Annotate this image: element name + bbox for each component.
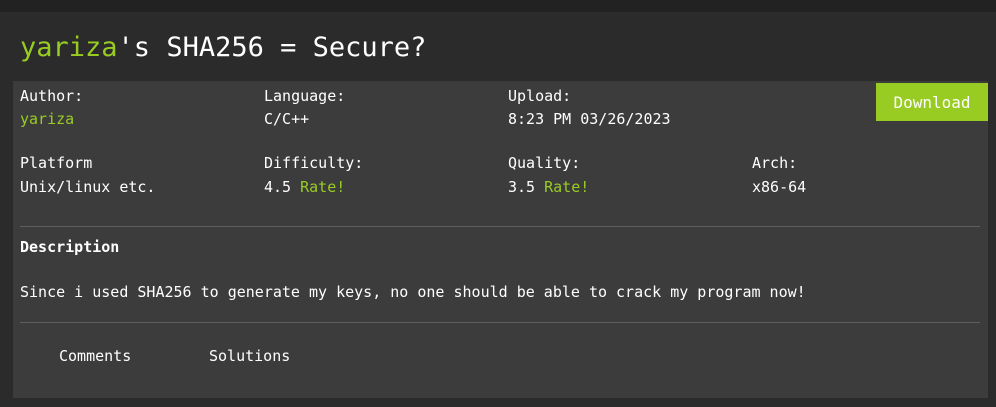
quality-row: 3.5 Rate! [508,178,589,196]
title-text: 's SHA256 = Secure? [117,32,427,63]
divider-top [20,226,980,227]
description-heading: Description [20,238,120,256]
difficulty-value: 4.5 [264,178,292,196]
platform-label: Platform [20,154,93,172]
platform-value: Unix/linux etc. [20,178,156,196]
difficulty-rate-link[interactable]: Rate! [300,178,345,196]
language-label: Language: [264,87,346,105]
arch-value: x86-64 [752,178,807,196]
arch-label: Arch: [752,154,798,172]
tab-solutions[interactable]: Solutions [209,347,290,365]
author-label: Author: [20,87,84,105]
author-link[interactable]: yariza [20,110,74,128]
download-button[interactable]: Download [876,83,988,121]
crackme-details-panel [13,81,988,398]
page-title: yariza's SHA256 = Secure? [20,32,426,63]
language-value: C/C++ [264,110,310,128]
quality-value: 3.5 [508,178,536,196]
quality-rate-link[interactable]: Rate! [544,178,589,196]
upload-value: 8:23 PM 03/26/2023 [508,110,671,128]
title-author-link[interactable]: yariza [20,32,118,63]
quality-label: Quality: [508,154,581,172]
tab-comments[interactable]: Comments [59,347,131,365]
description-text: Since i used SHA256 to generate my keys,… [20,283,806,301]
difficulty-row: 4.5 Rate! [264,178,345,196]
upload-label: Upload: [508,87,572,105]
top-bar [0,0,996,12]
divider-bottom [20,322,980,323]
difficulty-label: Difficulty: [264,154,364,172]
